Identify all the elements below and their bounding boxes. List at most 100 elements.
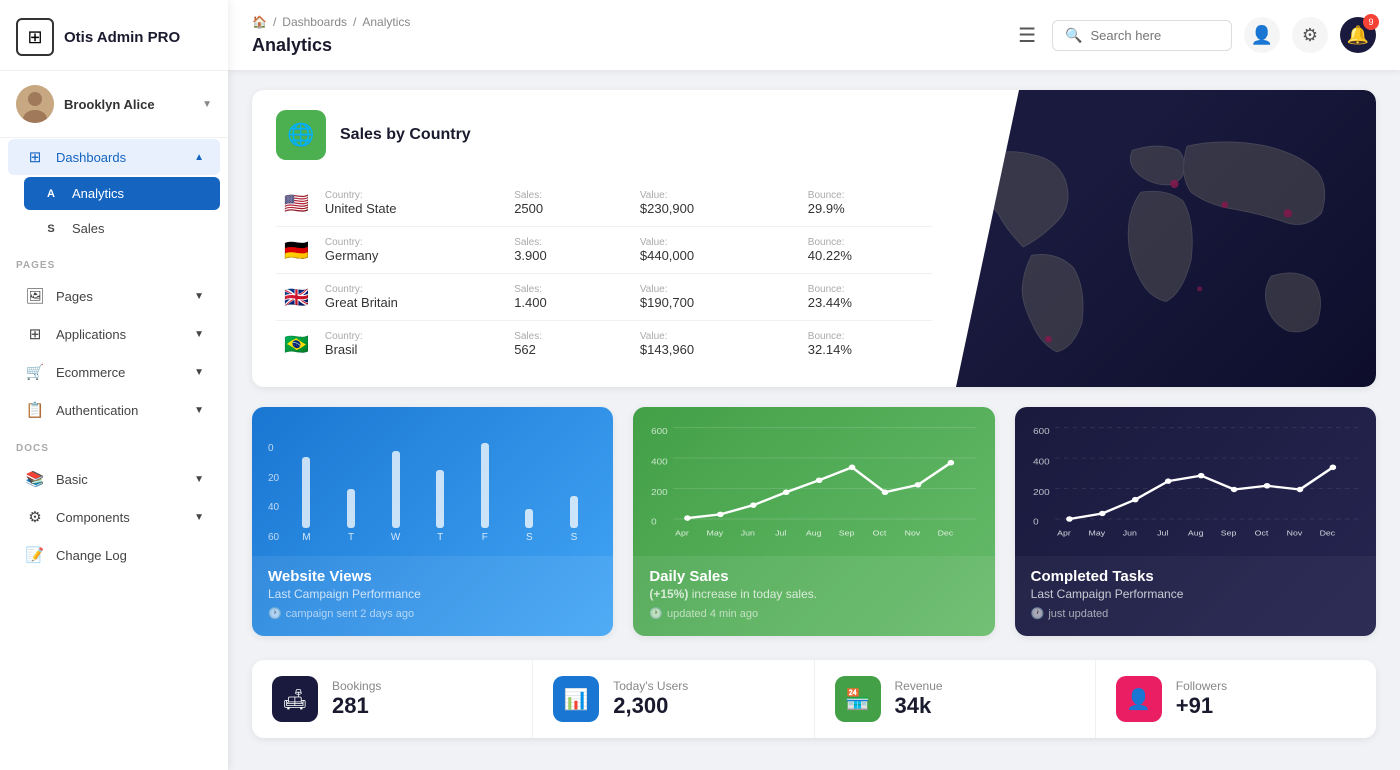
website-views-title: Website Views <box>268 568 597 585</box>
sidebar-label-authentication: Authentication <box>56 403 138 418</box>
svg-text:Sep: Sep <box>1220 529 1236 537</box>
chevron-ecommerce-icon: ▼ <box>194 367 204 378</box>
svg-text:0: 0 <box>1033 517 1038 526</box>
section-label-pages: PAGES <box>0 246 228 277</box>
website-views-time: 🕐 campaign sent 2 days ago <box>268 607 597 620</box>
svg-text:Aug: Aug <box>1188 529 1204 537</box>
country-flag: 🇺🇸 <box>276 180 317 227</box>
bar-label: T <box>437 532 443 543</box>
svg-text:Jun: Jun <box>1122 529 1136 537</box>
svg-text:Sep: Sep <box>839 529 855 537</box>
breadcrumb: 🏠 / Dashboards / Analytics Analytics <box>252 15 994 56</box>
sidebar-item-pages[interactable]: 🖼 Pages ▼ <box>8 278 220 314</box>
svg-text:400: 400 <box>1033 457 1049 466</box>
bar-label: S <box>571 532 578 543</box>
completed-tasks-subtitle: Last Campaign Performance <box>1031 587 1360 601</box>
search-box: 🔍 <box>1052 20 1232 51</box>
users-value: 2,300 <box>613 693 793 719</box>
svg-text:Apr: Apr <box>675 529 689 537</box>
notifications-button[interactable]: 🔔 9 <box>1340 17 1376 53</box>
completed-tasks-info: Completed Tasks Last Campaign Performanc… <box>1015 556 1376 636</box>
settings-button[interactable]: ⚙ <box>1292 17 1328 53</box>
bar-label: F <box>482 532 488 543</box>
page-title: Analytics <box>252 35 332 56</box>
completed-tasks-title: Completed Tasks <box>1031 568 1360 585</box>
clock-icon: 🕐 <box>1031 607 1045 620</box>
avatar <box>16 85 54 123</box>
search-icon: 🔍 <box>1065 27 1082 44</box>
search-input[interactable] <box>1090 28 1219 43</box>
bookings-value: 281 <box>332 693 512 719</box>
stat-users: 📊 Today's Users 2,300 <box>533 660 814 738</box>
world-map <box>956 90 1376 387</box>
chevron-applications-icon: ▼ <box>194 329 204 340</box>
auth-icon: 📋 <box>24 401 46 419</box>
home-icon: 🏠 <box>252 15 267 29</box>
bar <box>392 451 400 528</box>
logo-icon: ⊞ <box>16 18 54 56</box>
sales-title: Sales by Country <box>340 126 471 144</box>
analytics-icon: A <box>40 188 62 200</box>
followers-value: +91 <box>1176 693 1356 719</box>
daily-sales-info: Daily Sales (+15%) increase in today sal… <box>633 556 994 636</box>
sales-icon: S <box>40 223 62 235</box>
header: 🏠 / Dashboards / Analytics Analytics ☰ 🔍… <box>228 0 1400 70</box>
clock-icon: 🕐 <box>649 607 663 620</box>
sidebar-user[interactable]: Brooklyn Alice ▼ <box>0 71 228 138</box>
sidebar-item-basic[interactable]: 📚 Basic ▼ <box>8 461 220 497</box>
sidebar-item-applications[interactable]: ⊞ Applications ▼ <box>8 316 220 352</box>
bar <box>481 443 489 528</box>
svg-text:0: 0 <box>652 517 657 526</box>
svg-text:Jun: Jun <box>741 529 755 537</box>
hamburger-button[interactable]: ☰ <box>1018 23 1036 48</box>
table-row: 🇬🇧 Country: Great Britain Sales: 1.400 V… <box>276 274 932 321</box>
svg-text:Oct: Oct <box>1254 529 1268 537</box>
svg-text:Apr: Apr <box>1057 529 1071 537</box>
chevron-basic-icon: ▼ <box>194 474 204 485</box>
bar <box>525 509 533 528</box>
bar-group: M <box>287 443 326 543</box>
svg-text:400: 400 <box>652 457 668 466</box>
stat-revenue: 🏪 Revenue 34k <box>815 660 1096 738</box>
stat-followers: 👤 Followers +91 <box>1096 660 1376 738</box>
sidebar-item-dashboards[interactable]: ⊞ Dashboards ▲ <box>8 139 220 175</box>
completed-tasks-time: 🕐 just updated <box>1031 607 1360 620</box>
svg-text:600: 600 <box>1033 427 1049 436</box>
user-profile-button[interactable]: 👤 <box>1244 17 1280 53</box>
bar-label: M <box>302 532 310 543</box>
daily-sales-chart: 600 400 200 0 <box>633 407 994 556</box>
website-views-info: Website Views Last Campaign Performance … <box>252 556 613 636</box>
logo-text: Otis Admin PRO <box>64 29 180 46</box>
website-views-subtitle: Last Campaign Performance <box>268 587 597 601</box>
svg-text:Dec: Dec <box>1319 529 1335 537</box>
daily-sales-svg: 600 400 200 0 <box>649 423 978 543</box>
content-area: 🌐 Sales by Country 🇺🇸 Country: United St… <box>228 70 1400 770</box>
breadcrumb-dashboards[interactable]: Dashboards <box>282 15 347 29</box>
svg-text:600: 600 <box>652 427 668 436</box>
table-row: 🇺🇸 Country: United State Sales: 2500 Val… <box>276 180 932 227</box>
sidebar-item-ecommerce[interactable]: 🛒 Ecommerce ▼ <box>8 354 220 390</box>
sidebar-item-components[interactable]: ⚙ Components ▼ <box>8 499 220 535</box>
country-flag: 🇬🇧 <box>276 274 317 321</box>
users-label: Today's Users <box>613 679 793 693</box>
breadcrumb-sep1: / <box>273 15 276 29</box>
sidebar-label-analytics: Analytics <box>72 186 124 201</box>
bookings-label: Bookings <box>332 679 512 693</box>
svg-text:200: 200 <box>652 488 668 497</box>
sales-table-section: 🌐 Sales by Country 🇺🇸 Country: United St… <box>252 90 956 387</box>
sidebar-label-dashboards: Dashboards <box>56 150 126 165</box>
bar-group: F <box>466 443 505 543</box>
revenue-icon-box: 🏪 <box>835 676 881 722</box>
sidebar-item-changelog[interactable]: 📝 Change Log <box>8 537 220 573</box>
table-row: 🇩🇪 Country: Germany Sales: 3.900 Value: … <box>276 227 932 274</box>
sidebar-item-sales[interactable]: S Sales <box>24 212 220 245</box>
sidebar-item-analytics[interactable]: A Analytics <box>24 177 220 210</box>
bar <box>570 496 578 528</box>
website-views-chart: 6040200 MTWTFSS <box>252 407 613 556</box>
svg-text:Oct: Oct <box>873 529 887 537</box>
sidebar-label-basic: Basic <box>56 472 88 487</box>
sidebar-item-authentication[interactable]: 📋 Authentication ▼ <box>8 392 220 428</box>
sidebar-label-components: Components <box>56 510 130 525</box>
sidebar-logo: ⊞ Otis Admin PRO <box>0 0 228 71</box>
svg-text:Jul: Jul <box>775 529 786 537</box>
